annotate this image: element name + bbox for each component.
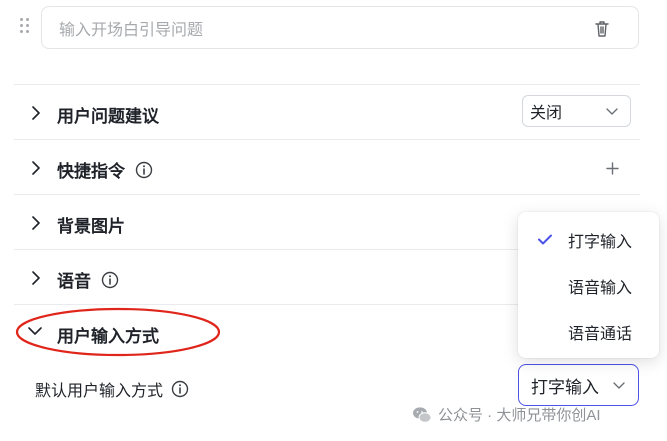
- chevron-right-icon[interactable]: [31, 271, 41, 285]
- section-question-suggestions[interactable]: 用户问题建议 关闭: [14, 86, 640, 140]
- info-icon[interactable]: [171, 380, 189, 398]
- drag-handle-icon[interactable]: [20, 18, 30, 34]
- opener-question-input[interactable]: 输入开场白引导问题: [41, 6, 639, 49]
- annotation-ellipse: [15, 307, 221, 357]
- dropdown-option-label: 语音输入: [568, 280, 633, 297]
- select-value: 打字输入: [531, 377, 599, 397]
- watermark: 公众号 · 大师兄带你创AI: [412, 404, 601, 425]
- question-suggestion-select[interactable]: 关闭: [522, 95, 631, 127]
- opener-placeholder: 输入开场白引导问题: [59, 21, 204, 39]
- divider: [14, 139, 640, 140]
- chevron-right-icon[interactable]: [31, 216, 41, 230]
- dropdown-option-voice-call[interactable]: 语音通话: [518, 312, 659, 352]
- watermark-text: 公众号 · 大师兄带你创AI: [438, 407, 601, 424]
- divider: [14, 194, 640, 195]
- section-label: 背景图片: [57, 217, 125, 236]
- select-value: 关闭: [530, 105, 563, 122]
- section-label: 快捷指令: [57, 162, 125, 181]
- info-icon[interactable]: [135, 161, 153, 179]
- dropdown-option-label: 打字输入: [568, 234, 633, 251]
- input-mode-dropdown: 打字输入 语音输入 语音通话: [518, 212, 659, 358]
- chevron-down-icon: [606, 108, 618, 115]
- dropdown-option-typing[interactable]: 打字输入: [518, 220, 659, 260]
- plus-icon[interactable]: [606, 162, 619, 175]
- divider: [14, 84, 640, 85]
- dropdown-option-label: 语音通话: [568, 326, 633, 343]
- default-input-mode-label: 默认用户输入方式: [35, 377, 189, 401]
- wechat-icon: [413, 406, 432, 423]
- section-label: 语音: [57, 272, 91, 291]
- section-shortcuts[interactable]: 快捷指令: [14, 141, 640, 195]
- section-label: 用户问题建议: [57, 107, 159, 126]
- chevron-down-icon: [613, 382, 625, 389]
- chevron-right-icon[interactable]: [31, 161, 41, 175]
- info-icon[interactable]: [101, 271, 119, 289]
- default-input-mode-text: 默认用户输入方式: [35, 383, 164, 400]
- check-icon: [538, 234, 552, 245]
- chevron-right-icon[interactable]: [31, 106, 41, 120]
- dropdown-option-voice-input[interactable]: 语音输入: [518, 266, 659, 306]
- default-input-mode-select[interactable]: 打字输入: [518, 364, 639, 406]
- trash-icon[interactable]: [594, 20, 610, 38]
